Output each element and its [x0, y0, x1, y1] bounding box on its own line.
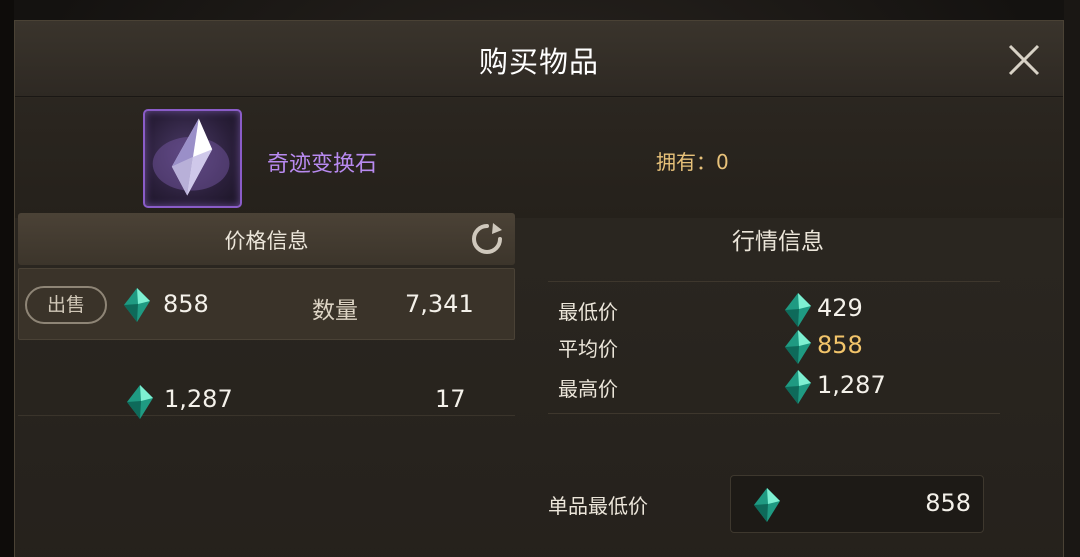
sell-order-row[interactable]: 出售 858 数量 7,341	[18, 268, 515, 340]
owned-count: 拥有：0	[656, 150, 729, 174]
min-price-value: 429	[817, 294, 863, 322]
max-price-label: 最高价	[558, 377, 618, 401]
refresh-icon	[472, 223, 502, 254]
sell-badge[interactable]: 出售	[25, 286, 107, 324]
unit-price-value: 858	[925, 489, 971, 517]
green-gem-icon	[127, 385, 153, 419]
background-edge-right	[1064, 0, 1080, 557]
refresh-button[interactable]	[469, 221, 505, 257]
price-info-title: 价格信息	[224, 229, 309, 253]
dialog-title: 购买物品	[478, 45, 599, 79]
max-price-value: 1,287	[817, 371, 886, 399]
item-name: 奇迹变换石	[267, 152, 378, 177]
green-gem-icon	[785, 330, 811, 364]
unit-min-price-label: 单品最低价	[548, 494, 648, 518]
item-info-row: 奇迹变换石 拥有：0	[15, 98, 1063, 218]
close-button[interactable]	[1005, 41, 1043, 79]
sell-order-row[interactable]: 1,287 17	[18, 344, 515, 419]
background-edge-left	[0, 0, 14, 557]
divider	[548, 281, 1000, 282]
avg-price-value: 858	[817, 331, 863, 359]
order-price: 1,287	[164, 385, 233, 413]
price-info-header: 价格信息	[18, 213, 515, 265]
min-price-label: 最低价	[558, 300, 618, 324]
close-icon	[1008, 44, 1040, 76]
quantity-label: 数量	[312, 298, 358, 324]
order-quantity: 7,341	[405, 290, 474, 318]
crystal-icon	[152, 118, 230, 196]
divider	[548, 413, 1000, 414]
order-quantity: 17	[435, 385, 466, 413]
order-price: 858	[163, 290, 209, 318]
green-gem-icon	[785, 370, 811, 404]
market-info-title: 行情信息	[732, 229, 824, 255]
avg-price-label: 平均价	[558, 337, 618, 361]
green-gem-icon	[785, 293, 811, 327]
dialog-titlebar: 购买物品	[15, 21, 1063, 97]
item-icon-frame[interactable]	[143, 109, 242, 208]
green-gem-icon	[124, 288, 150, 322]
unit-price-field[interactable]: 858	[730, 475, 984, 533]
green-gem-icon	[754, 488, 780, 522]
